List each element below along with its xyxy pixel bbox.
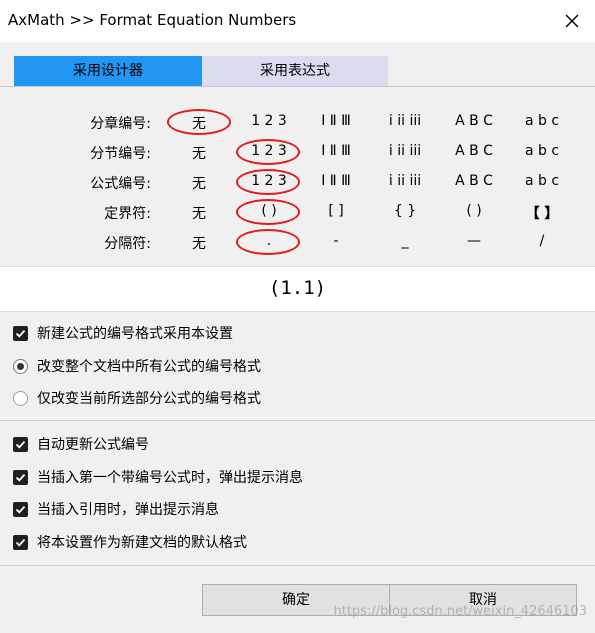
ok-button[interactable]: 确定 bbox=[202, 584, 390, 616]
checkmark-icon bbox=[13, 469, 28, 485]
row-label: 分章编号: bbox=[90, 116, 151, 132]
option-arabic[interactable]: 1 2 3 bbox=[239, 113, 299, 129]
option-none[interactable]: 无 bbox=[169, 203, 229, 223]
radio-scope-all[interactable]: 改变整个文档中所有公式的编号格式 bbox=[13, 355, 261, 377]
option-dot[interactable]: . bbox=[239, 233, 299, 249]
option-alpha-lower[interactable]: a b c bbox=[512, 173, 572, 189]
number-preview: (1.1) bbox=[0, 266, 595, 312]
radio-unselected-icon bbox=[13, 390, 28, 406]
option-roman-upper[interactable]: Ⅰ Ⅱ Ⅲ bbox=[306, 143, 366, 159]
row-equation-numbering: 公式编号: 无 1 2 3 Ⅰ Ⅱ Ⅲ i ii iii A B C a b c bbox=[0, 168, 595, 198]
checkmark-icon bbox=[13, 534, 28, 550]
option-roman-lower[interactable]: i ii iii bbox=[375, 143, 435, 159]
option-arabic[interactable]: 1 2 3 bbox=[239, 143, 299, 159]
option-none[interactable]: 无 bbox=[169, 173, 229, 193]
radio-scope-selected[interactable]: 仅改变当前所选部分公式的编号格式 bbox=[13, 387, 261, 409]
row-separator: 分隔符: 无 . - _ — / bbox=[0, 228, 595, 258]
option-none[interactable]: 无 bbox=[169, 233, 229, 253]
option-roman-lower[interactable]: i ii iii bbox=[375, 173, 435, 189]
option-alpha-upper[interactable]: A B C bbox=[444, 113, 504, 129]
option-label: 当插入第一个带编号公式时，弹出提示消息 bbox=[37, 470, 303, 486]
cancel-button[interactable]: 取消 bbox=[389, 584, 577, 616]
option-label: 新建公式的编号格式采用本设置 bbox=[37, 326, 233, 342]
checkbox-prompt-reference[interactable]: 当插入引用时，弹出提示消息 bbox=[13, 498, 219, 520]
checkbox-auto-update[interactable]: 自动更新公式编号 bbox=[13, 433, 149, 455]
option-label: 将本设置作为新建文档的默认格式 bbox=[37, 535, 247, 551]
option-parentheses[interactable]: ( ) bbox=[239, 203, 299, 219]
row-chapter-numbering: 分章编号: 无 1 2 3 Ⅰ Ⅱ Ⅲ i ii iii A B C a b c bbox=[0, 108, 595, 138]
tab-divider bbox=[0, 86, 595, 87]
option-alpha-upper[interactable]: A B C bbox=[444, 173, 504, 189]
option-roman-upper[interactable]: Ⅰ Ⅱ Ⅲ bbox=[306, 113, 366, 129]
option-brackets[interactable]: [ ] bbox=[306, 203, 366, 219]
option-none[interactable]: 无 bbox=[169, 113, 229, 133]
option-lenticular-brackets[interactable]: 【 】 bbox=[512, 203, 572, 223]
row-section-numbering: 分节编号: 无 1 2 3 Ⅰ Ⅱ Ⅲ i ii iii A B C a b c bbox=[0, 138, 595, 168]
row-label: 公式编号: bbox=[90, 176, 151, 192]
window-title: AxMath >> Format Equation Numbers bbox=[8, 11, 297, 29]
option-alpha-lower[interactable]: a b c bbox=[512, 113, 572, 129]
tab-designer[interactable]: 采用设计器 bbox=[14, 56, 202, 86]
checkmark-icon bbox=[13, 436, 28, 452]
radio-selected-icon bbox=[13, 358, 28, 374]
checkbox-as-default[interactable]: 将本设置作为新建文档的默认格式 bbox=[13, 531, 247, 553]
close-icon[interactable] bbox=[559, 8, 585, 34]
option-alpha-upper[interactable]: A B C bbox=[444, 143, 504, 159]
row-delimiter: 定界符: 无 ( ) [ ] { } ( ) 【 】 bbox=[0, 198, 595, 228]
tab-expression[interactable]: 采用表达式 bbox=[202, 56, 388, 86]
option-underscore[interactable]: _ bbox=[375, 233, 435, 249]
option-roman-lower[interactable]: i ii iii bbox=[375, 113, 435, 129]
option-label: 仅改变当前所选部分公式的编号格式 bbox=[37, 391, 261, 407]
row-label: 定界符: bbox=[104, 206, 151, 222]
title-bar: AxMath >> Format Equation Numbers bbox=[0, 0, 595, 42]
option-none[interactable]: 无 bbox=[169, 143, 229, 163]
section-divider bbox=[0, 420, 595, 421]
option-parentheses-alt[interactable]: ( ) bbox=[444, 203, 504, 219]
option-dash[interactable]: — bbox=[444, 233, 504, 249]
row-label: 分节编号: bbox=[90, 146, 151, 162]
preview-text: (1.1) bbox=[268, 277, 327, 299]
option-slash[interactable]: / bbox=[512, 233, 572, 249]
dialog-body: 采用设计器 采用表达式 分章编号: 无 1 2 3 Ⅰ Ⅱ Ⅲ i ii iii… bbox=[0, 42, 595, 633]
option-roman-upper[interactable]: Ⅰ Ⅱ Ⅲ bbox=[306, 173, 366, 189]
checkbox-prompt-first[interactable]: 当插入第一个带编号公式时，弹出提示消息 bbox=[13, 466, 303, 488]
row-label: 分隔符: bbox=[104, 236, 151, 252]
option-alpha-lower[interactable]: a b c bbox=[512, 143, 572, 159]
section-divider bbox=[0, 565, 595, 566]
option-label: 当插入引用时，弹出提示消息 bbox=[37, 502, 219, 518]
checkbox-apply-new[interactable]: 新建公式的编号格式采用本设置 bbox=[13, 322, 233, 344]
option-hyphen[interactable]: - bbox=[306, 233, 366, 249]
checkmark-icon bbox=[13, 325, 28, 341]
checkmark-icon bbox=[13, 501, 28, 517]
option-arabic[interactable]: 1 2 3 bbox=[239, 173, 299, 189]
option-braces[interactable]: { } bbox=[375, 203, 435, 219]
option-label: 改变整个文档中所有公式的编号格式 bbox=[37, 359, 261, 375]
option-label: 自动更新公式编号 bbox=[37, 437, 149, 453]
